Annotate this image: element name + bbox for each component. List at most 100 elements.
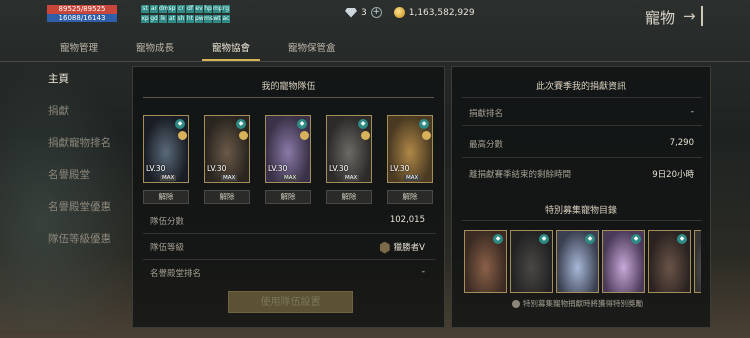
team-score-value: 102,015 [389,215,425,225]
team-level-value: 獵勝者V [393,243,425,253]
tab-item[interactable]: 寵物成長 [126,37,184,61]
pet-card[interactable]: ◆ LV.30 MAX [143,115,189,183]
buff-icon[interactable]: ar [150,5,158,13]
special-pet-card[interactable]: ◆ [556,230,599,293]
row-divider [143,233,436,234]
buff-icon[interactable]: st [141,5,149,13]
buff-icon[interactable]: ac [222,14,230,23]
best-score-row: 最高分數 7,290 [469,138,694,150]
hp-text: 89525/89525 [47,5,117,14]
donation-rank-value: - [690,107,694,117]
buff-icon[interactable]: df [186,5,194,13]
max-tag: MAX [221,175,238,181]
element-badge-icon: ◆ [358,119,368,129]
team-level-value-wrap: 獵勝者V [379,241,425,255]
buff-icon[interactable]: sh [177,14,185,23]
pet-level: LV.30 [268,164,288,173]
max-tag: MAX [282,175,299,181]
release-button[interactable]: 解除 [143,190,189,204]
buff-icon[interactable]: ev [195,5,203,13]
element-badge-icon: ◆ [585,234,595,244]
title-divider [143,97,434,98]
grade-badge-icon [422,131,431,140]
special-title: 特別募集寵物目錄 [544,206,617,216]
buff-icon[interactable]: cr [177,5,185,13]
use-team-setting-button[interactable]: 使用隊伍設置 [228,291,353,313]
special-note-text: 特別募集寵物捐獻時將獲得特別獎勵 [523,299,643,308]
sidebar-item[interactable]: 名譽殿堂 [48,164,111,196]
buff-icon[interactable]: lk [159,14,167,23]
special-pet-card[interactable]: ◆ [648,230,691,293]
top-bar: 89525/89525 16088/16143 st ar dm sp cr df ev hp… [0,0,750,32]
sidebar-item[interactable]: 名譽殿堂優惠 [48,196,111,228]
release-button[interactable]: 解除 [387,190,433,204]
grade-badge-icon [300,131,309,140]
mp-text: 16088/16143 [47,14,117,22]
element-badge-icon: ◆ [236,119,246,129]
tab-item[interactable]: 寵物協會 [202,37,261,61]
tab-item[interactable]: 寵物管理 [50,37,108,61]
special-pet-card[interactable]: ◆ [602,230,645,293]
remaining-time-value: 9日20小時 [652,170,694,180]
currency-bar: 3 + 1,163,582,929 [345,7,475,18]
element-badge-icon: ◆ [493,234,503,244]
row-divider [462,157,702,158]
special-note: 特別募集寵物捐獻時將獲得特別獎勵 [512,298,643,309]
tab-bar: 寵物管理 寵物成長 寵物協會 寵物保管盒 [50,37,364,61]
sidebar-item[interactable]: 捐獻 [48,100,111,132]
buff-icon[interactable]: at [168,14,176,23]
pet-card[interactable]: ◆ LV.30 MAX [326,115,372,183]
special-pet-card[interactable]: ◆ [510,230,553,293]
gold-coin-icon [393,7,405,18]
pet-portrait [695,231,701,292]
donation-rank-row: 捐獻排名 - [469,107,694,119]
release-button[interactable]: 解除 [326,190,372,204]
side-menu: 主頁 捐獻 捐獻寵物排名 名譽殿堂 名譽殿堂優惠 隊伍等級優惠 [48,68,111,260]
buff-icon[interactable]: rg [222,5,230,13]
release-button[interactable]: 解除 [265,190,311,204]
pet-card[interactable]: ◆ LV.30 MAX [265,115,311,183]
release-buttons: 解除 解除 解除 解除 解除 [143,190,433,204]
tab-divider [0,61,750,62]
hall-rank-label: 名譽殿堂排名 [150,269,202,279]
buff-icon[interactable]: mp [213,5,223,13]
team-score-row: 隊伍分數 102,015 [150,215,425,229]
sidebar-item[interactable]: 捐獻寵物排名 [48,132,111,164]
buff-icon[interactable]: gd [150,14,158,23]
pet-card[interactable]: ◆ LV.30 MAX [387,115,433,183]
tab-item[interactable]: 寵物保管盒 [278,37,346,61]
team-pet-cards: ◆ LV.30 MAX ◆ LV.30 MAX ◆ LV.30 MAX ◆ LV.30 MAX ◆ LV.… [143,115,433,183]
exit-button[interactable]: → [683,6,703,26]
sidebar-item[interactable]: 隊伍等級優惠 [48,228,111,260]
buff-icon[interactable]: sp [168,5,176,13]
element-badge-icon: ◆ [539,234,549,244]
buff-icon[interactable]: ms [204,14,213,23]
team-title: 我的寵物隊伍 [261,82,316,92]
special-pet-card[interactable]: ◆ [464,230,507,293]
team-score-label: 隊伍分數 [150,217,185,227]
remaining-time-label: 離捐獻賽季結束的剩餘時間 [469,170,572,180]
pet-card[interactable]: ◆ LV.30 MAX [204,115,250,183]
title-divider [462,220,702,221]
my-team-panel: 我的寵物隊伍 ◆ LV.30 MAX ◆ LV.30 MAX ◆ LV.30 MAX ◆ LV.30… [132,66,445,328]
sidebar-item[interactable]: 主頁 [48,68,111,100]
buff-icons[interactable]: st ar dm sp cr df ev hp mp rg xp gd lk at sh ht pw ms wt ac [141,5,231,23]
pet-level: LV.30 [329,164,349,173]
buff-icon[interactable]: hp [204,5,212,13]
grade-badge-icon [361,131,370,140]
special-pet-card[interactable]: ◆ [694,230,701,293]
buff-icon[interactable]: xp [141,14,149,23]
hall-rank-row: 名譽殿堂排名 - [150,267,425,281]
grade-badge-icon [239,131,248,140]
special-pet-list[interactable]: ◆ ◆ ◆ ◆ ◆ ◆ [464,230,701,293]
add-gem-button[interactable]: + [370,7,382,18]
diamond-icon [345,7,357,18]
buff-icon[interactable]: ht [186,14,194,23]
release-button[interactable]: 解除 [204,190,250,204]
gold-amount: 1,163,582,929 [408,7,475,18]
buff-icon[interactable]: pw [195,14,204,23]
buff-icon[interactable]: dm [159,5,169,13]
pet-level: LV.30 [207,164,227,173]
pet-level: LV.30 [146,164,166,173]
buff-icon[interactable]: wt [213,14,221,23]
